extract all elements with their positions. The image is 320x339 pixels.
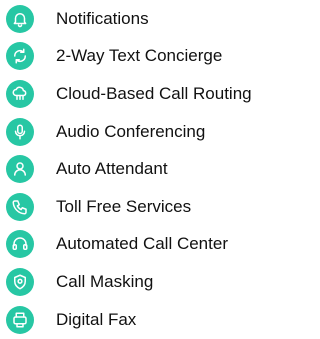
feature-item-call-masking: Call Masking bbox=[0, 263, 292, 301]
message-cycle-icon bbox=[6, 42, 34, 71]
feature-item-call-center: Automated Call Center bbox=[0, 226, 292, 264]
feature-item-audio-conferencing: Audio Conferencing bbox=[0, 113, 292, 151]
feature-item-toll-free: Toll Free Services bbox=[0, 188, 292, 226]
feature-item-cloud-routing: Cloud-Based Call Routing bbox=[0, 75, 292, 113]
feature-label: Automated Call Center bbox=[56, 234, 228, 254]
attendant-icon bbox=[6, 155, 34, 184]
microphone-icon bbox=[6, 117, 34, 146]
feature-item-notifications: Notifications bbox=[0, 0, 292, 38]
feature-item-digital-fax: Digital Fax bbox=[0, 301, 292, 339]
feature-label: Auto Attendant bbox=[56, 159, 168, 179]
feature-label: 2-Way Text Concierge bbox=[56, 46, 223, 66]
feature-list: Notifications 2-Way Text Concierge Cloud… bbox=[0, 0, 292, 338]
fax-icon bbox=[6, 305, 34, 334]
mask-icon bbox=[6, 267, 34, 296]
feature-label: Toll Free Services bbox=[56, 196, 192, 216]
feature-label: Audio Conferencing bbox=[56, 121, 206, 141]
feature-item-text-concierge: 2-Way Text Concierge bbox=[0, 38, 292, 76]
feature-label: Notifications bbox=[56, 8, 149, 28]
headset-icon bbox=[6, 230, 34, 259]
bell-icon bbox=[6, 4, 34, 33]
feature-label: Cloud-Based Call Routing bbox=[56, 83, 252, 103]
feature-label: Call Masking bbox=[56, 271, 154, 291]
feature-item-auto-attendant: Auto Attendant bbox=[0, 150, 292, 188]
feature-label: Digital Fax bbox=[56, 309, 137, 329]
cloud-network-icon bbox=[6, 79, 34, 108]
phone-icon bbox=[6, 192, 34, 221]
